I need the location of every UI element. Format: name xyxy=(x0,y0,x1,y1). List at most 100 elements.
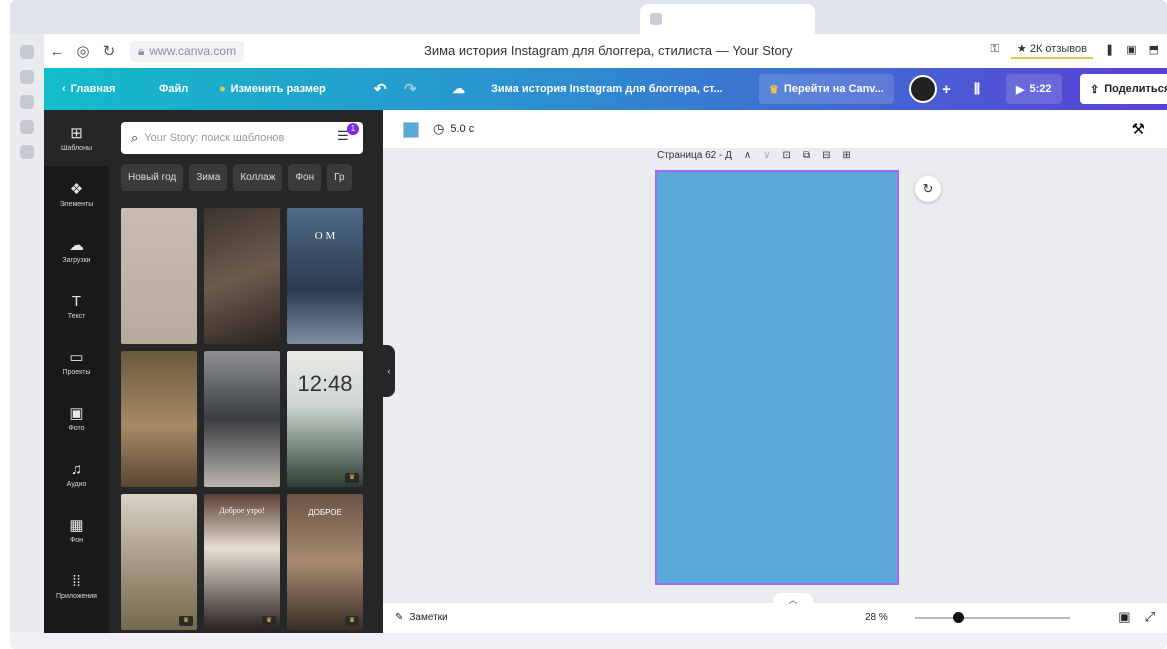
template-grid: O M 12:48 ♛ ♛ Доброе утро! ♛ ДОБРОЕ ♛ xyxy=(121,208,365,630)
yandex-side-rail xyxy=(10,34,44,649)
home-button[interactable]: ‹ Главная xyxy=(62,68,115,110)
back-icon[interactable]: ← xyxy=(44,43,70,60)
upgrade-label: Перейти на Canv... xyxy=(783,83,884,95)
duplicate-icon[interactable]: ⧉ xyxy=(803,150,810,161)
file-menu-button[interactable]: Файл xyxy=(159,68,188,110)
template-thumbnail[interactable] xyxy=(121,208,197,344)
template-thumbnail[interactable]: Доброе утро! ♛ xyxy=(204,494,280,630)
duration-label: 5.0 с xyxy=(450,123,475,135)
chip-more[interactable]: Гр xyxy=(327,164,352,191)
clock-icon: ◷ xyxy=(433,121,445,136)
present-button[interactable]: ▶ 5:22 xyxy=(1006,74,1062,104)
sidebar-item-text[interactable]: T Текст xyxy=(44,278,109,334)
chip-new-year[interactable]: Новый год xyxy=(121,164,184,191)
notes-button[interactable]: ✎ Заметки xyxy=(395,612,448,623)
refresh-icon[interactable]: ↻ xyxy=(915,176,941,202)
chip-winter[interactable]: Зима xyxy=(189,164,228,191)
template-thumbnail[interactable] xyxy=(204,351,280,487)
chip-collage[interactable]: Коллаж xyxy=(233,164,283,191)
template-search-input[interactable]: ⌕ Your Story: поиск шаблонов ☰ 1 xyxy=(121,122,363,154)
collapse-panel-button[interactable]: ‹ xyxy=(383,345,395,397)
background-color-swatch[interactable] xyxy=(403,122,419,138)
extensions-icon[interactable]: ⬒ xyxy=(1149,43,1159,56)
fullscreen-icon[interactable]: ⤢ xyxy=(1145,609,1155,625)
zoom-slider-knob[interactable] xyxy=(953,612,965,623)
document-title[interactable]: Зима история Instagram для блоггера, ст.… xyxy=(491,68,723,110)
document-title-text: Зима история Instagram для блоггера, ст.… xyxy=(491,83,723,95)
share-label: Поделиться xyxy=(1104,83,1167,95)
address-bar: ← ◎ ↻ 🔒︎ www.canva.com Зима история Inst… xyxy=(44,34,1167,68)
delete-icon[interactable]: ⊟ xyxy=(822,150,830,161)
template-thumbnail[interactable] xyxy=(204,208,280,344)
crown-icon: ♛ xyxy=(179,616,193,626)
add-collaborator-icon[interactable]: + xyxy=(942,81,951,98)
rail-app-icon[interactable] xyxy=(20,120,34,134)
share-button[interactable]: ⇪ Поделиться xyxy=(1080,74,1167,104)
chip-background[interactable]: Фон xyxy=(288,164,322,191)
canva-top-bar: ‹ Главная Файл ● Изменить размер ↶ ↷ ☁ З… xyxy=(44,68,1167,110)
collaborators[interactable]: + xyxy=(909,68,951,110)
template-thumbnail[interactable]: ДОБРОЕ ♛ xyxy=(287,494,363,630)
page-up-icon[interactable]: ∧ xyxy=(744,150,751,161)
resize-button[interactable]: ● Изменить размер xyxy=(219,68,326,110)
page-label[interactable]: Страница 62 - Д xyxy=(657,150,732,161)
sidebar-item-uploads[interactable]: ☁ Загрузки xyxy=(44,222,109,278)
template-thumbnail[interactable]: ♛ xyxy=(121,494,197,630)
collections-icon[interactable]: ▣ xyxy=(1126,43,1136,56)
crown-icon: ● xyxy=(219,83,226,95)
upgrade-button[interactable]: ♛ Перейти на Canv... xyxy=(759,74,894,104)
crown-icon: ♛ xyxy=(769,83,779,96)
sidebar-item-templates[interactable]: ⊞ Шаблоны xyxy=(44,110,109,166)
file-label: Файл xyxy=(159,83,189,95)
template-thumbnail[interactable] xyxy=(121,351,197,487)
sidebar-item-apps[interactable]: ⁞⁞ Приложения xyxy=(44,558,109,614)
paint-roller-icon[interactable]: ⚒ xyxy=(1132,120,1145,138)
design-page-canvas[interactable] xyxy=(655,170,899,585)
sidebar-item-label: Фото xyxy=(68,425,85,432)
crown-icon: ♛ xyxy=(345,473,359,483)
sidebar-item-photos[interactable]: ▣ Фото xyxy=(44,390,109,446)
sidebar-item-audio[interactable]: ♫ Аудио xyxy=(44,446,109,502)
editor-bottom-bar: ︿ ✎ Заметки 28 % ▣ ⤢ xyxy=(383,593,1167,633)
reload-icon[interactable]: ↻ xyxy=(96,42,122,60)
lock-icon: 🔒︎ xyxy=(138,43,145,58)
template-thumbnail[interactable]: 12:48 ♛ xyxy=(287,351,363,487)
add-page-icon[interactable]: ⊞ xyxy=(842,150,850,161)
browser-tab-active[interactable] xyxy=(640,4,815,34)
sidebar-item-label: Элементы xyxy=(59,201,94,208)
sidebar-item-elements[interactable]: ❖ Элементы xyxy=(44,166,109,222)
page-down-icon[interactable]: ∨ xyxy=(763,150,770,161)
duration-button[interactable]: ◷ 5.0 с xyxy=(433,121,474,137)
filter-icon[interactable]: ☰ 1 xyxy=(337,123,359,146)
resize-label: Изменить размер xyxy=(230,83,326,95)
photo-icon: ▣ xyxy=(69,405,84,422)
template-thumbnail[interactable]: O M xyxy=(287,208,363,344)
sidebar-item-projects[interactable]: ▭ Проекты xyxy=(44,334,109,390)
browser-tab-strip xyxy=(10,0,1167,34)
sidebar-item-background[interactable]: ▦ Фон xyxy=(44,502,109,558)
undo-button[interactable]: ↶ xyxy=(374,68,387,110)
thumb-title: O M xyxy=(314,230,336,242)
page-grid-icon[interactable]: ▣ xyxy=(1118,609,1130,625)
editor-area: ◷ 5.0 с ⚒ Страница 62 - Д ∧ ∨ ⊡ ⧉ ⊟ ⊞ ↻ … xyxy=(383,110,1167,633)
rail-app-icon[interactable] xyxy=(20,45,34,59)
rail-app-icon[interactable] xyxy=(20,95,34,109)
rail-app-icon[interactable] xyxy=(20,145,34,159)
thumb-title: Доброе утро! xyxy=(219,506,265,515)
play-time: 5:22 xyxy=(1029,83,1052,95)
chevron-up-icon[interactable]: ︿ xyxy=(773,593,813,605)
page-title: Зима история Instagram для блоггера, сти… xyxy=(424,43,793,58)
zoom-slider[interactable] xyxy=(915,612,1070,623)
shield-icon[interactable]: ◎ xyxy=(70,42,96,60)
reviews-badge[interactable]: ★ 2К отзывов xyxy=(1010,40,1093,59)
redo-button[interactable]: ↷ xyxy=(404,68,417,110)
key-icon[interactable]: ⚿ xyxy=(991,43,999,56)
avatar[interactable] xyxy=(909,75,937,103)
insights-icon[interactable]: ⫼ xyxy=(974,68,980,110)
cloud-save-icon[interactable]: ☁ xyxy=(452,68,465,110)
sidebar-item-label: Загрузки xyxy=(62,257,91,264)
bookmark-icon[interactable]: ❚ xyxy=(1105,43,1114,56)
url-field[interactable]: 🔒︎ www.canva.com xyxy=(130,40,245,62)
lock-icon[interactable]: ⊡ xyxy=(783,150,791,161)
rail-app-icon[interactable] xyxy=(20,70,34,84)
